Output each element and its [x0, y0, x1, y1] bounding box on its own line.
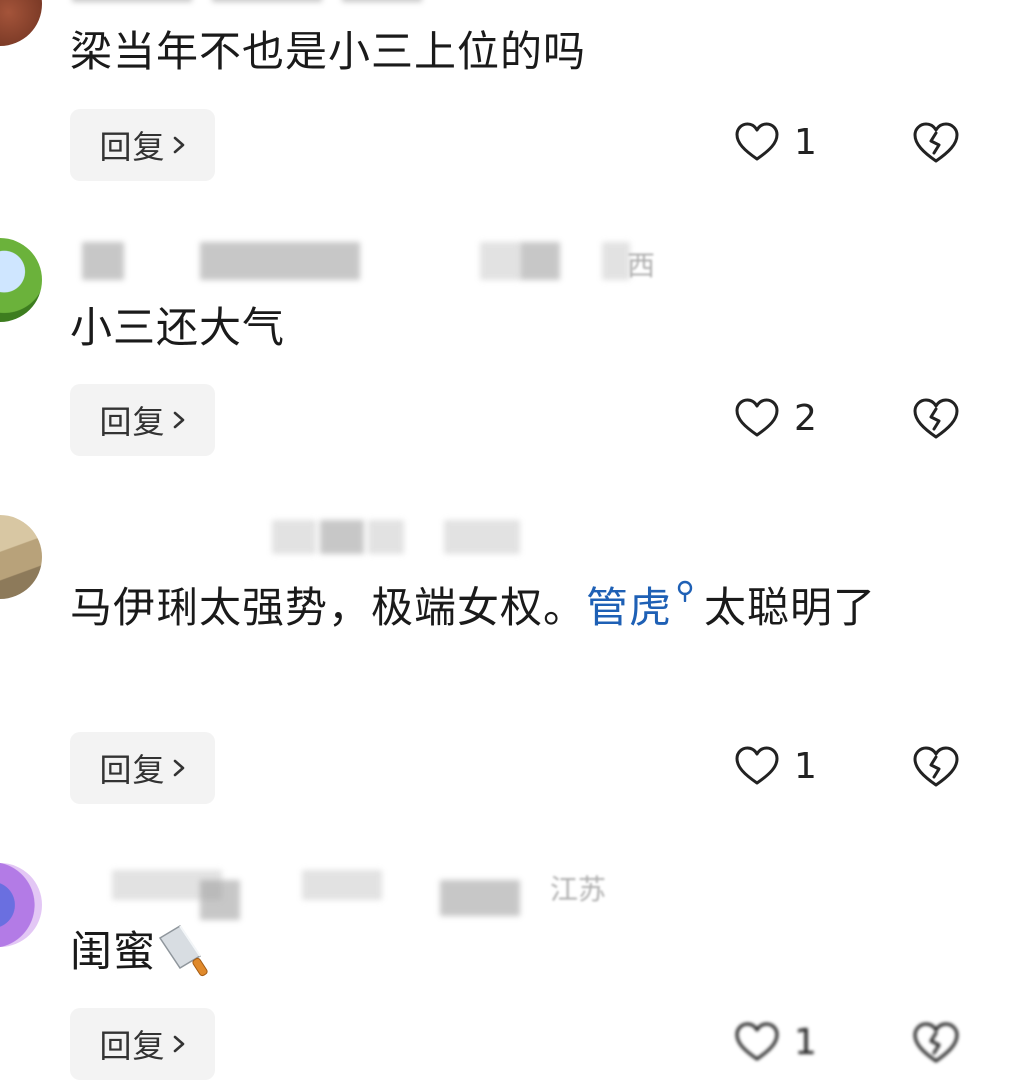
broken-heart-icon [913, 1022, 959, 1063]
dislike-button[interactable] [912, 1021, 960, 1069]
location-text: 西 [627, 249, 656, 282]
comment-text-part: 太聪明了 [704, 583, 877, 632]
broken-heart-icon [913, 746, 959, 787]
broken-heart-icon [913, 398, 959, 439]
avatar[interactable] [0, 863, 42, 947]
dislike-button[interactable] [912, 745, 960, 793]
dislike-button[interactable] [912, 121, 960, 169]
comment-text: 闺蜜 [70, 917, 970, 987]
reply-button[interactable]: 回复 [70, 1008, 215, 1080]
avatar[interactable] [0, 238, 42, 322]
mention-link[interactable]: 管虎 [586, 583, 672, 632]
comment-text: 马伊琍太强势，极端女权。管虎 太聪明了 [70, 573, 970, 643]
chevron-right-icon [173, 411, 184, 429]
reply-label: 回复 [99, 128, 166, 166]
reply-label: 回复 [99, 1027, 166, 1065]
comment-text: 梁当年不也是小三上位的吗 [70, 27, 587, 76]
comment-text-part: 闺蜜 [70, 927, 157, 976]
comment-meta: 西 [72, 240, 672, 282]
heart-outline-icon [735, 398, 779, 437]
avatar[interactable] [0, 0, 42, 46]
broken-heart-icon [913, 122, 959, 163]
like-count: 1 [794, 745, 817, 787]
reply-button[interactable]: 回复 [70, 384, 215, 456]
comment-meta [72, 518, 532, 558]
reply-button[interactable]: 回复 [70, 732, 215, 804]
search-icon[interactable] [676, 580, 694, 602]
reply-label: 回复 [99, 403, 166, 441]
like-button[interactable]: 1 [734, 121, 817, 163]
heart-outline-icon [735, 122, 779, 161]
comment-meta [72, 0, 422, 18]
chevron-right-icon [173, 136, 184, 154]
chevron-right-icon [173, 759, 184, 777]
cleaver-emoji [158, 924, 208, 977]
avatar[interactable] [0, 515, 42, 599]
like-count: 1 [794, 1021, 817, 1063]
chevron-right-icon [173, 1035, 184, 1053]
like-count: 2 [794, 397, 817, 439]
comment-text: 小三还大气 [70, 303, 286, 352]
heart-outline-icon [735, 1022, 779, 1061]
like-button[interactable]: 1 [734, 1021, 817, 1063]
dislike-button[interactable] [912, 397, 960, 445]
like-button[interactable]: 2 [734, 397, 817, 439]
comment-text-part: 马伊琍太强势，极端女权。 [70, 583, 587, 632]
reply-button[interactable]: 回复 [70, 109, 215, 181]
heart-outline-icon [735, 746, 779, 785]
reply-label: 回复 [99, 751, 166, 789]
like-button[interactable]: 1 [734, 745, 817, 787]
like-count: 1 [794, 121, 817, 163]
comment-meta: 江苏 [72, 866, 632, 920]
location-text: 江苏 [550, 873, 607, 906]
